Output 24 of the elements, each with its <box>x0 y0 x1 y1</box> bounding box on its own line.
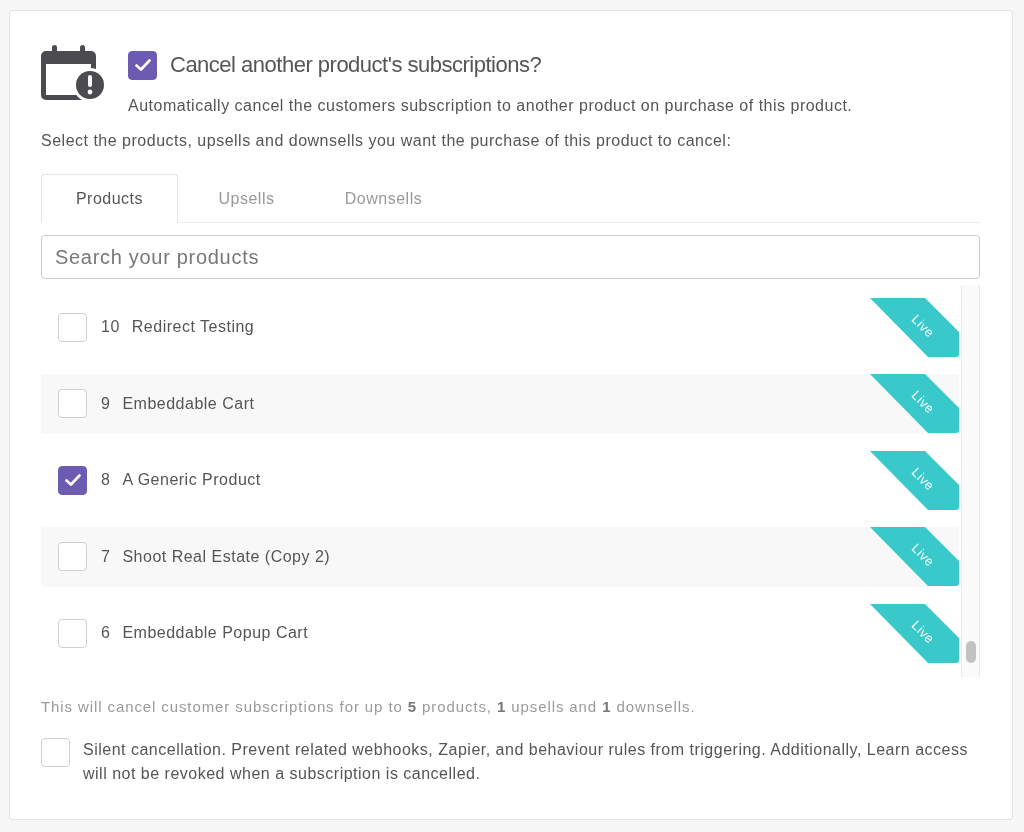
product-name: Embeddable Cart <box>122 394 256 413</box>
search-field[interactable]: Search your products <box>41 235 980 279</box>
product-name: Embeddable Popup Cart <box>122 624 310 642</box>
silent-checkbox[interactable] <box>41 738 70 767</box>
product-name: A Generic Product <box>122 471 262 489</box>
product-name: Shoot Real Estate (Copy 2) <box>122 547 332 566</box>
summary-text: This will cancel customer subscriptions for up to 5 products, 1 upsells and 1 downsells. <box>41 697 697 717</box>
silent-option-label: Silent cancellation. Prevent related webhooks, Zapier, and behaviour rules from triggering. Additionally, Learn access will not be revoked when a subscription is cancelled. <box>83 740 969 784</box>
product-number: 9 <box>101 394 111 413</box>
product-name: Redirect Testing <box>131 318 256 336</box>
product-number: 10 <box>101 318 120 336</box>
product-number: 7 <box>101 547 111 566</box>
section-title: Cancel another product's subscriptions? <box>170 52 542 78</box>
description-text: Automatically cancel the customers subscription to another product on purchase of this product. <box>128 96 853 116</box>
checkmark-icon <box>64 474 81 486</box>
product-number: 6 <box>101 624 111 642</box>
product-number: 8 <box>101 471 111 489</box>
instruction-text: Select the products, upsells and downsells you want the purchase of this product to cancel: <box>41 131 733 151</box>
enable-checkbox[interactable] <box>128 50 157 80</box>
tab[interactable]: Products <box>41 174 178 223</box>
product-checkbox[interactable] <box>58 465 87 495</box>
scrollbar-thumb[interactable] <box>965 641 976 663</box>
calendar-alert-icon <box>41 45 107 102</box>
checkmark-icon <box>134 59 151 71</box>
